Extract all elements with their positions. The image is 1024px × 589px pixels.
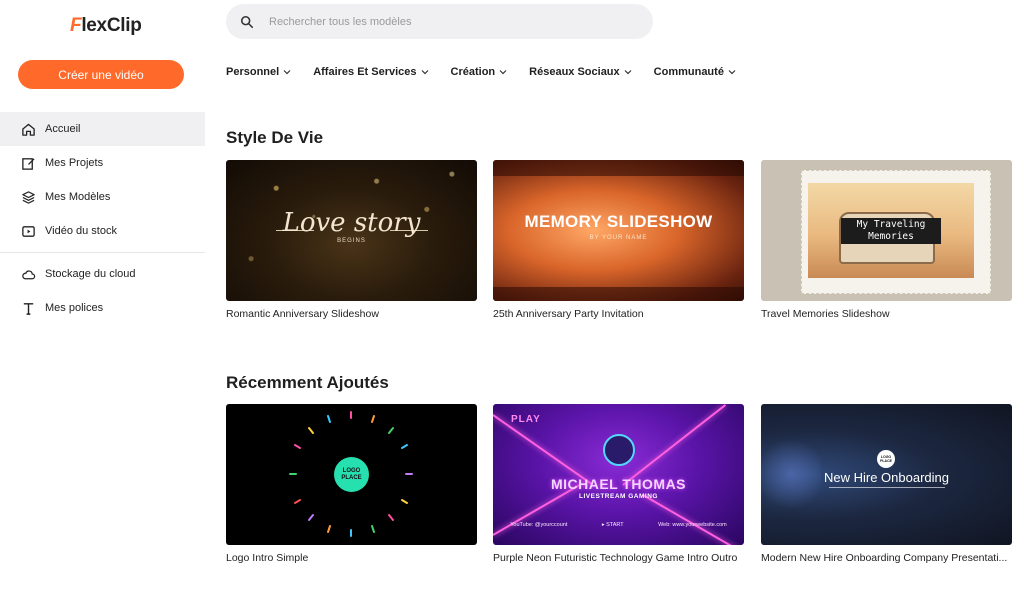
- category-label: Création: [450, 66, 496, 78]
- sidebar-divider: [0, 252, 205, 253]
- chevron-down-icon: [283, 70, 291, 75]
- sidebar-item-mes-projets[interactable]: Mes Projets: [0, 146, 205, 180]
- template-title: Travel Memories Slideshow: [761, 308, 890, 320]
- template-thumbnail: My Traveling Memories: [761, 160, 1012, 301]
- home-icon: [20, 121, 37, 138]
- thumb-subtext: BY YOUR NAME: [589, 235, 648, 241]
- thumb-text: MICHAEL THOMAS: [550, 476, 687, 492]
- category-label: Communauté: [653, 66, 724, 78]
- category-label: Affaires Et Services: [313, 66, 417, 78]
- thumb-subtext: BEGINS: [337, 238, 366, 244]
- template-card[interactable]: LOGO PLACE Logo Intro Simple: [226, 404, 477, 564]
- avatar-icon: [603, 434, 635, 466]
- template-title: Purple Neon Futuristic Technology Game I…: [493, 552, 738, 564]
- create-video-button[interactable]: Créer une vidéo: [18, 60, 184, 89]
- template-thumbnail: LOGO PLACE New Hire Onboarding: [761, 404, 1012, 545]
- chevron-down-icon: [624, 70, 632, 75]
- sidebar-item-label: Mes Modèles: [45, 191, 111, 203]
- template-title: Modern New Hire Onboarding Company Prese…: [761, 552, 1008, 564]
- sidebar: FlexClip Créer une vidéo Accueil Mes Pro…: [0, 0, 205, 589]
- template-thumbnail: MEMORY SLIDESHOW BY YOUR NAME: [493, 160, 744, 301]
- thumb-footer: YouTube: @yourccount ▸ START Web: www.yo…: [493, 522, 744, 528]
- thumb-text: MEMORY SLIDESHOW: [524, 212, 713, 231]
- section-title-recemment-ajoutes: Récemment Ajoutés: [226, 373, 389, 392]
- flexclip-logo[interactable]: FlexClip: [70, 14, 142, 38]
- template-card[interactable]: My Traveling Memories Travel Memories Sl…: [761, 160, 1012, 320]
- section-title-style-de-vie: Style De Vie: [226, 128, 324, 147]
- category-tabs: Personnel Affaires Et Services Création …: [226, 64, 758, 80]
- search-bar[interactable]: [226, 4, 653, 39]
- chevron-down-icon: [728, 70, 736, 75]
- font-icon: [20, 300, 37, 317]
- category-creation[interactable]: Création: [451, 66, 508, 78]
- thumb-badge: LOGO PLACE: [877, 450, 895, 468]
- sidebar-item-mes-modeles[interactable]: Mes Modèles: [0, 180, 205, 214]
- layers-icon: [20, 189, 37, 206]
- thumb-footer-item: Web: www.yourwebsite.com: [658, 522, 727, 528]
- thumb-footer-item: YouTube: @yourccount: [510, 522, 568, 528]
- thumb-text: New Hire Onboarding: [823, 470, 949, 485]
- template-title: Romantic Anniversary Slideshow: [226, 308, 379, 320]
- search-input[interactable]: [269, 15, 609, 28]
- template-title: 25th Anniversary Party Invitation: [493, 308, 644, 320]
- template-thumbnail: LOGO PLACE: [226, 404, 477, 545]
- category-affaires[interactable]: Affaires Et Services: [313, 66, 428, 78]
- thumb-text: My Traveling Memories: [841, 218, 941, 244]
- thumb-text: Love story: [282, 208, 421, 238]
- sidebar-item-label: Mes Projets: [45, 157, 104, 169]
- category-reseaux-sociaux[interactable]: Réseaux Sociaux: [529, 66, 632, 78]
- template-card[interactable]: PLAY MICHAEL THOMAS LIVESTREAM GAMING Yo…: [493, 404, 744, 564]
- sidebar-item-video-du-stock[interactable]: Vidéo du stock: [0, 214, 205, 248]
- template-card[interactable]: LOGO PLACE New Hire Onboarding Modern Ne…: [761, 404, 1012, 564]
- chevron-down-icon: [421, 70, 428, 75]
- chevron-down-icon: [499, 70, 507, 75]
- sidebar-item-mes-polices[interactable]: Mes polices: [0, 291, 205, 325]
- template-card[interactable]: Love story BEGINS Romantic Anniversary S…: [226, 160, 477, 320]
- sidebar-item-accueil[interactable]: Accueil: [0, 112, 205, 146]
- sidebar-nav: Accueil Mes Projets Mes Modèles Vidéo du…: [0, 112, 205, 325]
- sidebar-item-label: Vidéo du stock: [45, 225, 117, 237]
- template-thumbnail: PLAY MICHAEL THOMAS LIVESTREAM GAMING Yo…: [493, 404, 744, 545]
- edit-icon: [20, 155, 37, 172]
- thumb-subtext: LIVESTREAM GAMING: [579, 493, 658, 500]
- category-label: Personnel: [226, 66, 280, 78]
- category-label: Réseaux Sociaux: [529, 66, 620, 78]
- search-icon: [240, 15, 254, 28]
- template-title: Logo Intro Simple: [226, 552, 309, 564]
- sidebar-item-stockage-du-cloud[interactable]: Stockage du cloud: [0, 257, 205, 291]
- thumb-text: LOGO PLACE: [334, 457, 369, 492]
- video-icon: [20, 223, 37, 240]
- category-communaute[interactable]: Communauté: [654, 66, 736, 78]
- template-card[interactable]: MEMORY SLIDESHOW BY YOUR NAME 25th Anniv…: [493, 160, 744, 320]
- cloud-icon: [20, 266, 37, 283]
- logo-text: lexClip: [81, 15, 142, 36]
- thumb-footer-item: ▸ START: [601, 522, 624, 528]
- template-thumbnail: Love story BEGINS: [226, 160, 477, 301]
- category-personnel[interactable]: Personnel: [226, 66, 291, 78]
- sidebar-item-label: Accueil: [45, 123, 81, 135]
- logo-mark: F: [70, 15, 82, 36]
- thumb-play-label: PLAY: [511, 414, 541, 425]
- sidebar-item-label: Mes polices: [45, 302, 104, 314]
- sidebar-item-label: Stockage du cloud: [45, 268, 136, 280]
